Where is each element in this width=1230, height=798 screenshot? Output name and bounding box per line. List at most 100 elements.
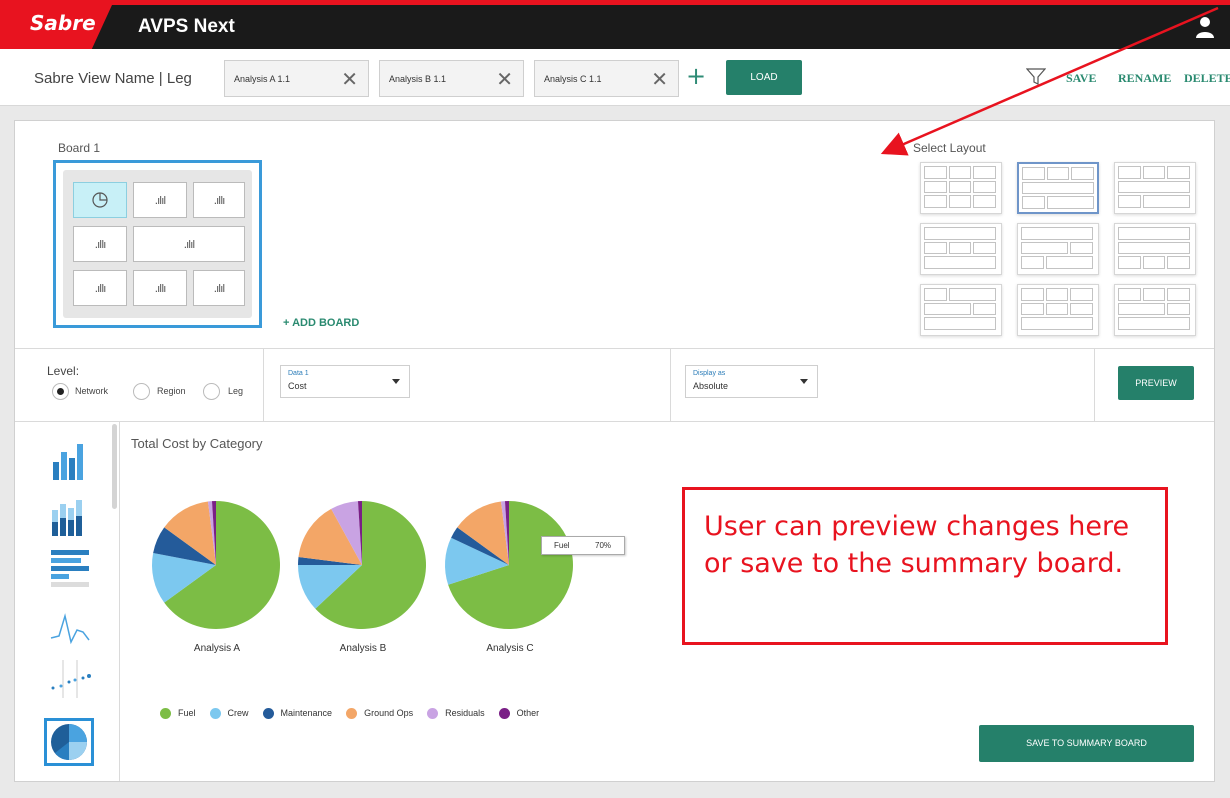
analysis-tab-b[interactable]: Analysis B 1.1 ✕ — [379, 60, 524, 97]
chart-tooltip: Fuel 70% — [541, 536, 625, 555]
data-dropdown-caption: Data 1 — [288, 370, 309, 377]
layout-option[interactable] — [1114, 162, 1196, 214]
view-name: Sabre View Name | Leg — [34, 70, 192, 87]
select-layout-label: Select Layout — [913, 141, 986, 155]
legend-swatch — [209, 707, 221, 719]
layout-option[interactable] — [1017, 284, 1099, 336]
divider — [15, 348, 1214, 349]
divider — [15, 421, 1214, 422]
chevron-down-icon — [392, 379, 400, 384]
board-cell-bar[interactable]: .ıllı — [73, 226, 127, 262]
board-cell-bar[interactable]: .ılıl — [193, 270, 245, 306]
app-header: Sabre AVPS Next — [0, 0, 1230, 49]
legend-label: Crew — [227, 708, 249, 718]
tab-label: Analysis B 1.1 — [389, 74, 447, 84]
annotation-callout: User can preview changes here or save to… — [682, 487, 1168, 645]
radio-network-label: Network — [75, 386, 109, 396]
pie-label-b: Analysis B — [339, 643, 387, 654]
save-to-summary-board-button[interactable]: SAVE TO SUMMARY BOARD — [979, 725, 1194, 762]
legend-item: Crew — [209, 707, 249, 719]
radio-region[interactable] — [133, 383, 150, 400]
display-dropdown-caption: Display as — [693, 370, 726, 377]
pie-chart-icon — [92, 192, 108, 208]
column-chart-icon[interactable] — [49, 440, 91, 482]
legend-item: Ground Ops — [346, 707, 413, 719]
close-icon[interactable]: ✕ — [341, 67, 358, 91]
horizontal-bar-icon[interactable] — [49, 548, 91, 590]
legend-item: Fuel — [160, 707, 196, 719]
stacked-column-icon[interactable] — [49, 496, 91, 538]
rename-button[interactable]: RENAME — [1118, 71, 1171, 86]
close-icon[interactable]: ✕ — [496, 67, 513, 91]
scatter-chart-icon[interactable] — [49, 658, 91, 700]
display-dropdown[interactable]: Display as Absolute — [685, 365, 818, 398]
divider — [670, 349, 671, 421]
legend-swatch — [262, 707, 274, 719]
bar-chart-icon: .ıllı — [154, 281, 167, 295]
pie-chart-icon — [51, 724, 87, 760]
board-cell-bar[interactable]: .ıllı — [73, 270, 127, 306]
radio-leg-label: Leg — [228, 386, 244, 396]
display-dropdown-value: Absolute — [693, 381, 729, 391]
board-cell-bar[interactable]: .ıllı — [133, 270, 187, 306]
add-analysis-icon[interactable]: + — [686, 62, 706, 90]
delete-button[interactable]: DELETE — [1184, 71, 1230, 86]
annotation-text: User can preview changes here or save to… — [704, 511, 1130, 579]
legend-label: Other — [516, 708, 540, 718]
analysis-tab-c[interactable]: Analysis C 1.1 ✕ — [534, 60, 679, 97]
close-icon[interactable]: ✕ — [651, 67, 668, 91]
chart-legend: Fuel Crew Maintenance Ground Ops Residuals Ot… — [160, 706, 553, 720]
radio-network[interactable] — [52, 383, 69, 400]
board-cell-pie[interactable] — [73, 182, 127, 218]
legend-item: Residuals — [427, 707, 485, 719]
divider — [1094, 349, 1095, 421]
legend-item: Maintenance — [262, 707, 333, 719]
pie-label-a: Analysis A — [193, 643, 241, 654]
board-grid: .ılıl .ıllı .ıllı .ılıl .ıllı .ıllı .ılı… — [63, 170, 252, 318]
radio-region-label: Region — [157, 386, 186, 396]
tooltip-value: 70% — [595, 541, 612, 550]
data-dropdown[interactable]: Data 1 Cost — [280, 365, 410, 398]
radio-leg[interactable] — [203, 383, 220, 400]
layout-option[interactable] — [1017, 162, 1099, 214]
legend-label: Maintenance — [280, 708, 333, 718]
legend-label: Fuel — [178, 708, 196, 718]
preview-button[interactable]: PREVIEW — [1118, 366, 1194, 400]
board-cell-bar[interactable]: .ıllı — [193, 182, 245, 218]
bar-chart-icon: .ılıl — [183, 237, 196, 251]
data-dropdown-value: Cost — [288, 381, 307, 391]
pie-chart-type-selected[interactable] — [44, 718, 94, 766]
layout-option[interactable] — [920, 223, 1002, 275]
legend-swatch — [346, 707, 358, 719]
legend-label: Residuals — [445, 708, 485, 718]
bar-chart-icon: .ıllı — [94, 281, 107, 295]
layout-option[interactable] — [1017, 223, 1099, 275]
layout-option[interactable] — [1114, 223, 1196, 275]
tab-label: Analysis C 1.1 — [544, 74, 602, 84]
header-accent-line — [0, 0, 1230, 5]
board-cell-bar[interactable]: .ılıl — [133, 182, 187, 218]
layout-option[interactable] — [1114, 284, 1196, 336]
board-thumbnail[interactable]: .ılıl .ıllı .ıllı .ılıl .ıllı .ıllı .ılı… — [53, 160, 262, 328]
analysis-toolbar: Sabre View Name | Leg Analysis A 1.1 ✕ A… — [0, 49, 1230, 106]
level-label: Level: — [47, 364, 80, 378]
tooltip-key: Fuel — [554, 541, 570, 550]
board-cell-bar-wide[interactable]: .ılıl — [133, 226, 245, 262]
bar-chart-icon: .ılıl — [154, 193, 167, 207]
user-icon[interactable] — [1193, 15, 1217, 39]
filter-icon[interactable] — [1026, 68, 1046, 86]
save-button[interactable]: SAVE — [1066, 71, 1096, 86]
bar-chart-icon: .ıllı — [213, 193, 226, 207]
analysis-tab-a[interactable]: Analysis A 1.1 ✕ — [224, 60, 369, 97]
chevron-down-icon — [800, 379, 808, 384]
layout-option[interactable] — [920, 284, 1002, 336]
legend-item: Other — [498, 707, 540, 719]
bar-chart-icon: .ıllı — [94, 237, 107, 251]
line-chart-icon[interactable] — [49, 606, 91, 648]
app-title: AVPS Next — [138, 16, 235, 37]
tab-label: Analysis A 1.1 — [234, 74, 291, 84]
load-button[interactable]: LOAD — [726, 60, 802, 95]
add-board-link[interactable]: + ADD BOARD — [283, 317, 359, 329]
scrollbar[interactable] — [112, 424, 117, 509]
layout-option[interactable] — [920, 162, 1002, 214]
